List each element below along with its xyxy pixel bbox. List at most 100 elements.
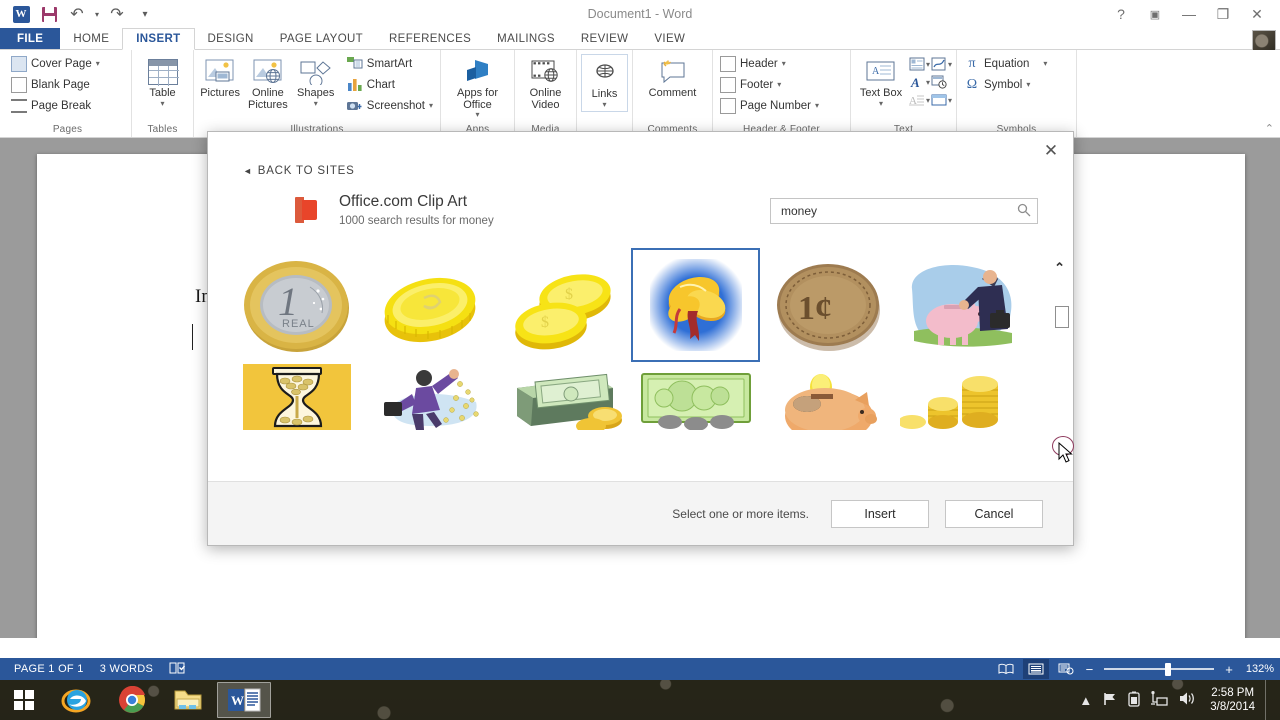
object-icon[interactable]: [931, 93, 947, 109]
clipart-result-businessman-piggy-bank[interactable]: [895, 246, 1028, 364]
tab-home[interactable]: HOME: [60, 28, 122, 49]
drop-cap-dropdown-icon[interactable]: ▾: [926, 97, 930, 105]
scroll-up-icon[interactable]: ⌃: [1054, 260, 1065, 276]
clipart-result-gold-coins-ribbon[interactable]: [629, 246, 762, 364]
tab-references[interactable]: REFERENCES: [376, 28, 484, 49]
action-center-flag-icon[interactable]: [1102, 692, 1118, 709]
comment-button[interactable]: Comment: [637, 54, 708, 102]
insert-button[interactable]: Insert: [831, 500, 929, 528]
tab-file[interactable]: FILE: [0, 28, 60, 49]
proofing-errors-icon[interactable]: [161, 662, 193, 677]
word-count[interactable]: 3 WORDS: [92, 663, 161, 675]
clipart-result-one-cent-coin[interactable]: 1¢: [762, 246, 895, 364]
equation-button[interactable]: π Equation ▾: [961, 54, 1050, 74]
cover-page-button[interactable]: Cover Page ▾: [8, 54, 103, 74]
object-dropdown-icon[interactable]: ▾: [948, 97, 952, 105]
zoom-out-button[interactable]: −: [1083, 662, 1097, 677]
pictures-button[interactable]: Pictures: [198, 54, 242, 102]
footer-dropdown-icon[interactable]: ▾: [777, 81, 781, 89]
smartart-button[interactable]: SmartArt: [344, 54, 436, 74]
symbol-dropdown-icon[interactable]: ▾: [1026, 81, 1030, 89]
page-number-dropdown-icon[interactable]: ▾: [815, 102, 819, 110]
tab-insert[interactable]: INSERT: [122, 28, 194, 50]
header-button[interactable]: Header ▾: [717, 54, 822, 74]
search-icon[interactable]: [1017, 203, 1031, 220]
search-box[interactable]: [770, 198, 1038, 224]
wordart-dropdown-icon[interactable]: ▾: [926, 79, 930, 87]
close-icon[interactable]: ✕: [1240, 1, 1274, 27]
apps-for-office-button[interactable]: Apps for Office ▾: [445, 54, 510, 121]
page-break-button[interactable]: Page Break: [8, 96, 103, 116]
clipart-result-piggy-bank-coin[interactable]: [762, 364, 895, 430]
tab-mailings[interactable]: MAILINGS: [484, 28, 568, 49]
page-number-button[interactable]: Page Number ▾: [717, 96, 822, 116]
undo-dropdown-icon[interactable]: ▾: [92, 3, 102, 25]
symbol-button[interactable]: Ω Symbol ▾: [961, 75, 1050, 95]
help-icon[interactable]: ?: [1104, 1, 1138, 27]
restore-icon[interactable]: ❐: [1206, 1, 1240, 27]
apps-for-office-dropdown-icon[interactable]: ▾: [475, 111, 479, 119]
clipart-result-hourglass-coins[interactable]: [230, 364, 363, 430]
shapes-dropdown-icon[interactable]: ▾: [314, 100, 318, 108]
blank-page-button[interactable]: Blank Page: [8, 75, 103, 95]
scrollbar-thumb[interactable]: [1055, 306, 1069, 328]
print-layout-icon[interactable]: [1023, 659, 1049, 679]
header-dropdown-icon[interactable]: ▾: [782, 60, 786, 68]
network-icon[interactable]: [1150, 691, 1168, 709]
clipart-result-coin-stacks[interactable]: [895, 364, 1028, 430]
clipart-result-two-gold-coins[interactable]: $ $: [496, 246, 629, 364]
results-scrollbar[interactable]: [1055, 282, 1069, 481]
date-time-icon[interactable]: [931, 75, 947, 91]
save-icon[interactable]: [36, 3, 62, 25]
page-indicator[interactable]: PAGE 1 OF 1: [6, 663, 92, 675]
taskbar-item-internet-explorer[interactable]: [49, 682, 103, 718]
taskbar-clock[interactable]: 2:58 PM 3/8/2014: [1206, 686, 1255, 714]
zoom-in-button[interactable]: +: [1222, 662, 1236, 677]
links-button[interactable]: Links ▾: [581, 54, 628, 112]
online-video-button[interactable]: Online Video: [519, 54, 572, 113]
undo-icon[interactable]: ↶: [64, 3, 90, 25]
ribbon-display-options-icon[interactable]: ▣: [1138, 1, 1172, 27]
clipart-result-gold-coin-tilted[interactable]: [363, 246, 496, 364]
wordart-icon[interactable]: A: [909, 75, 925, 91]
show-desktop-button[interactable]: [1265, 680, 1272, 720]
tab-review[interactable]: REVIEW: [568, 28, 641, 49]
taskbar-item-google-chrome[interactable]: [105, 682, 159, 718]
read-mode-icon[interactable]: [993, 659, 1019, 679]
show-hidden-icons-icon[interactable]: ▲: [1079, 693, 1092, 708]
web-layout-icon[interactable]: [1053, 659, 1079, 679]
search-input[interactable]: [781, 204, 1017, 218]
tab-page-layout[interactable]: PAGE LAYOUT: [267, 28, 376, 49]
links-dropdown-icon[interactable]: ▾: [602, 101, 606, 109]
equation-dropdown-icon[interactable]: ▾: [1043, 60, 1047, 68]
minimize-icon[interactable]: —: [1172, 1, 1206, 27]
tab-view[interactable]: VIEW: [641, 28, 698, 49]
back-to-sites-link[interactable]: ◄ BACK TO SITES: [208, 132, 355, 177]
chart-button[interactable]: Chart: [344, 75, 436, 95]
screenshot-dropdown-icon[interactable]: ▾: [429, 102, 433, 110]
drop-cap-icon[interactable]: A: [909, 93, 925, 109]
online-pictures-button[interactable]: Online Pictures: [244, 54, 291, 113]
quick-parts-icon[interactable]: [909, 57, 925, 73]
table-dropdown-icon[interactable]: ▾: [160, 100, 164, 108]
taskbar-item-microsoft-word[interactable]: W: [217, 682, 271, 718]
collapse-ribbon-icon[interactable]: ⌃: [1265, 122, 1274, 135]
volume-icon[interactable]: [1178, 691, 1196, 709]
footer-button[interactable]: Footer ▾: [717, 75, 822, 95]
table-button[interactable]: Table ▾: [136, 54, 189, 110]
customize-quick-access-icon[interactable]: ▾: [132, 3, 158, 25]
taskbar-item-file-explorer[interactable]: [161, 682, 215, 718]
quick-parts-dropdown-icon[interactable]: ▾: [926, 61, 930, 69]
zoom-slider[interactable]: [1104, 659, 1214, 679]
signature-line-dropdown-icon[interactable]: ▾: [948, 61, 952, 69]
signature-line-icon[interactable]: [931, 57, 947, 73]
cover-page-dropdown-icon[interactable]: ▾: [96, 60, 100, 68]
clipart-result-green-banknote-coins[interactable]: [629, 364, 762, 430]
shapes-button[interactable]: Shapes ▾: [294, 54, 338, 110]
screenshot-button[interactable]: Screenshot ▾: [344, 96, 436, 116]
zoom-level-label[interactable]: 132%: [1240, 663, 1274, 675]
cancel-button[interactable]: Cancel: [945, 500, 1043, 528]
close-icon[interactable]: ✕: [1039, 140, 1063, 162]
clipart-result-cash-bundle-coins[interactable]: [496, 364, 629, 430]
start-button[interactable]: [0, 680, 48, 720]
